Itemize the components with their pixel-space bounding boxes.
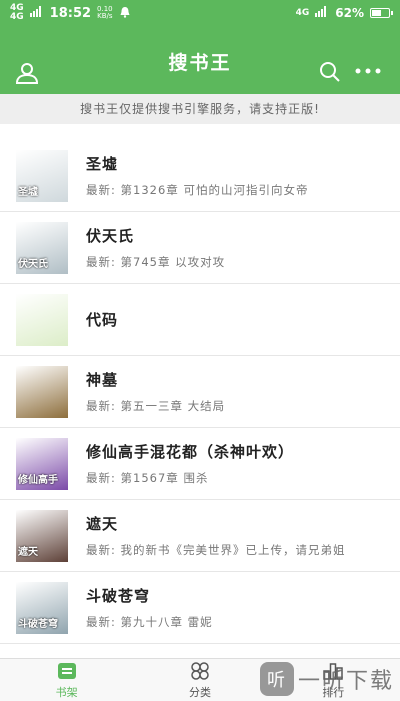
book-item[interactable]: 代码 (0, 284, 400, 356)
book-info: 神墓最新: 第五一三章 大结局 (86, 369, 400, 414)
watermark-badge: 听 (259, 662, 294, 696)
tab-category-label: 分类 (188, 685, 211, 699)
book-item[interactable]: 斗破苍穹 斗破苍穹 最新: 第九十八章 雷妮 (0, 572, 400, 644)
battery-fill (372, 10, 382, 16)
app-header: 搜书王 (0, 26, 400, 94)
network-speed: 0.10 KB/s (97, 6, 113, 20)
book-info: 伏天氏最新: 第745章 以攻对攻 (86, 225, 400, 270)
book-cover-image: 斗破苍穹 (16, 581, 68, 634)
book-title: 伏天氏 (86, 227, 135, 245)
book-title: 遮天 (86, 515, 119, 533)
book-latest-chapter: 最新: 第九十八章 雷妮 (86, 615, 213, 629)
book-item[interactable]: 神墓最新: 第五一三章 大结局 (0, 356, 400, 428)
book-info: 遮天最新: 我的新书《完美世界》已上传，请兄弟姐 (86, 513, 400, 558)
book-item[interactable]: 圣墟 圣墟 最新: 第1326章 可怕的山河指引向女帝 (0, 140, 400, 212)
battery-icon (370, 8, 393, 18)
book-title: 斗破苍穹 (86, 587, 151, 605)
book-item[interactable]: 修仙高手 修仙高手混花都（杀神叶欢） 最新: 第1567章 围杀 (0, 428, 400, 500)
book-latest-chapter: 最新: 第1567章 围杀 (86, 471, 209, 485)
book-title: 修仙高手混花都（杀神叶欢） (86, 443, 295, 461)
book-cover-image (16, 293, 68, 346)
signal-bars-icon (29, 6, 44, 20)
book-latest-chapter: 最新: 第五一三章 大结局 (86, 399, 226, 413)
notification-bell-icon (119, 6, 131, 21)
book-cover-image (16, 365, 68, 418)
signal-label-bottom: 4G (10, 12, 24, 22)
book-info: 圣墟最新: 第1326章 可怕的山河指引向女帝 (86, 153, 400, 198)
book-cover-image: 遮天 (16, 509, 68, 562)
bookshelf-icon (56, 661, 78, 684)
book-title: 代码 (86, 311, 119, 329)
book-latest-chapter: 最新: 我的新书《完美世界》已上传，请兄弟姐 (86, 543, 346, 557)
category-icon (189, 661, 211, 684)
book-cover-text: 斗破苍穹 (18, 618, 58, 630)
book-title: 圣墟 (86, 155, 119, 173)
signal-indicator-right: 4G (295, 7, 310, 18)
book-latest-chapter: 最新: 第1326章 可怕的山河指引向女帝 (86, 183, 309, 197)
book-cover-text: 修仙高手 (18, 474, 58, 486)
status-time: 18:52 (49, 5, 92, 21)
copyright-notice: 搜书王仅提供搜书引擎服务，请支持正版! (0, 94, 400, 124)
book-cover-text: 伏天氏 (18, 258, 48, 270)
book-cover-text: 圣墟 (18, 186, 38, 198)
signal-indicator-left: 4G 4G (10, 4, 24, 22)
book-title: 神墓 (86, 371, 119, 389)
book-info: 代码 (86, 309, 400, 330)
book-cover-image: 伏天氏 (16, 221, 68, 274)
search-icon[interactable] (318, 60, 344, 86)
book-item[interactable]: 遮天 遮天 最新: 我的新书《完美世界》已上传，请兄弟姐 (0, 500, 400, 572)
tab-bookshelf[interactable]: 书架 (0, 659, 133, 701)
battery-percent: 62% (335, 6, 364, 20)
tab-bookshelf-label: 书架 (55, 685, 78, 699)
signal-bars-right-icon (315, 6, 329, 20)
site-watermark: 听 一听下载 (259, 660, 394, 698)
watermark-text: 一听下载 (297, 669, 394, 694)
status-bar: 4G 4G 18:52 0.10 KB/s 4G 62% (0, 0, 400, 26)
book-cover-text: 遮天 (18, 546, 38, 558)
book-info: 斗破苍穹最新: 第九十八章 雷妮 (86, 585, 400, 630)
book-item[interactable]: 伏天氏 伏天氏 最新: 第745章 以攻对攻 (0, 212, 400, 284)
book-info: 修仙高手混花都（杀神叶欢） 最新: 第1567章 围杀 (86, 441, 400, 486)
tab-category[interactable]: 分类 (133, 659, 266, 701)
more-options-icon[interactable] (354, 60, 381, 86)
book-shelf-list: 圣墟 圣墟 最新: 第1326章 可怕的山河指引向女帝 伏天氏 伏天氏 最新: 第745章… (0, 140, 400, 644)
book-latest-chapter: 最新: 第745章 以攻对攻 (86, 255, 226, 269)
network-speed-unit: KB/s (97, 12, 113, 20)
book-cover-image: 修仙高手 (16, 437, 68, 490)
book-cover-image: 圣墟 (16, 149, 68, 202)
